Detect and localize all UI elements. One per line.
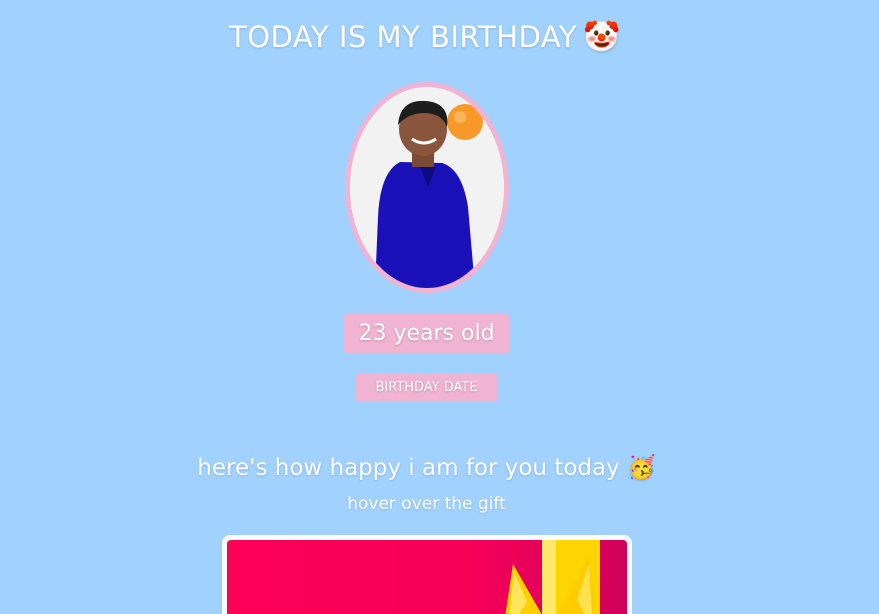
gift-wrapping[interactable] xyxy=(227,540,627,614)
page-title: TODAY IS MY BIRTHDAY 🤡 xyxy=(0,20,850,55)
page-title-text: TODAY IS MY BIRTHDAY xyxy=(228,20,578,54)
age-badge: 23 years old xyxy=(344,314,509,353)
happy-heading: here's how happy i am for you today 🥳 xyxy=(0,454,853,481)
person-portrait-icon xyxy=(350,87,504,288)
gift-ribbon-icon xyxy=(505,540,600,614)
happy-heading-text: here's how happy i am for you today xyxy=(197,455,620,481)
hover-hint: hover over the gift xyxy=(347,494,506,514)
clown-emoji-icon: 🤡 xyxy=(583,20,621,55)
birthday-page: TODAY IS MY BIRTHDAY 🤡 23 years old BIRTH… xyxy=(0,0,879,614)
profile-photo xyxy=(345,82,509,293)
gift-box[interactable] xyxy=(222,535,632,614)
partying-face-emoji-icon: 🥳 xyxy=(627,455,656,481)
birthday-date-button[interactable]: BIRTHDAY DATE xyxy=(356,373,497,402)
